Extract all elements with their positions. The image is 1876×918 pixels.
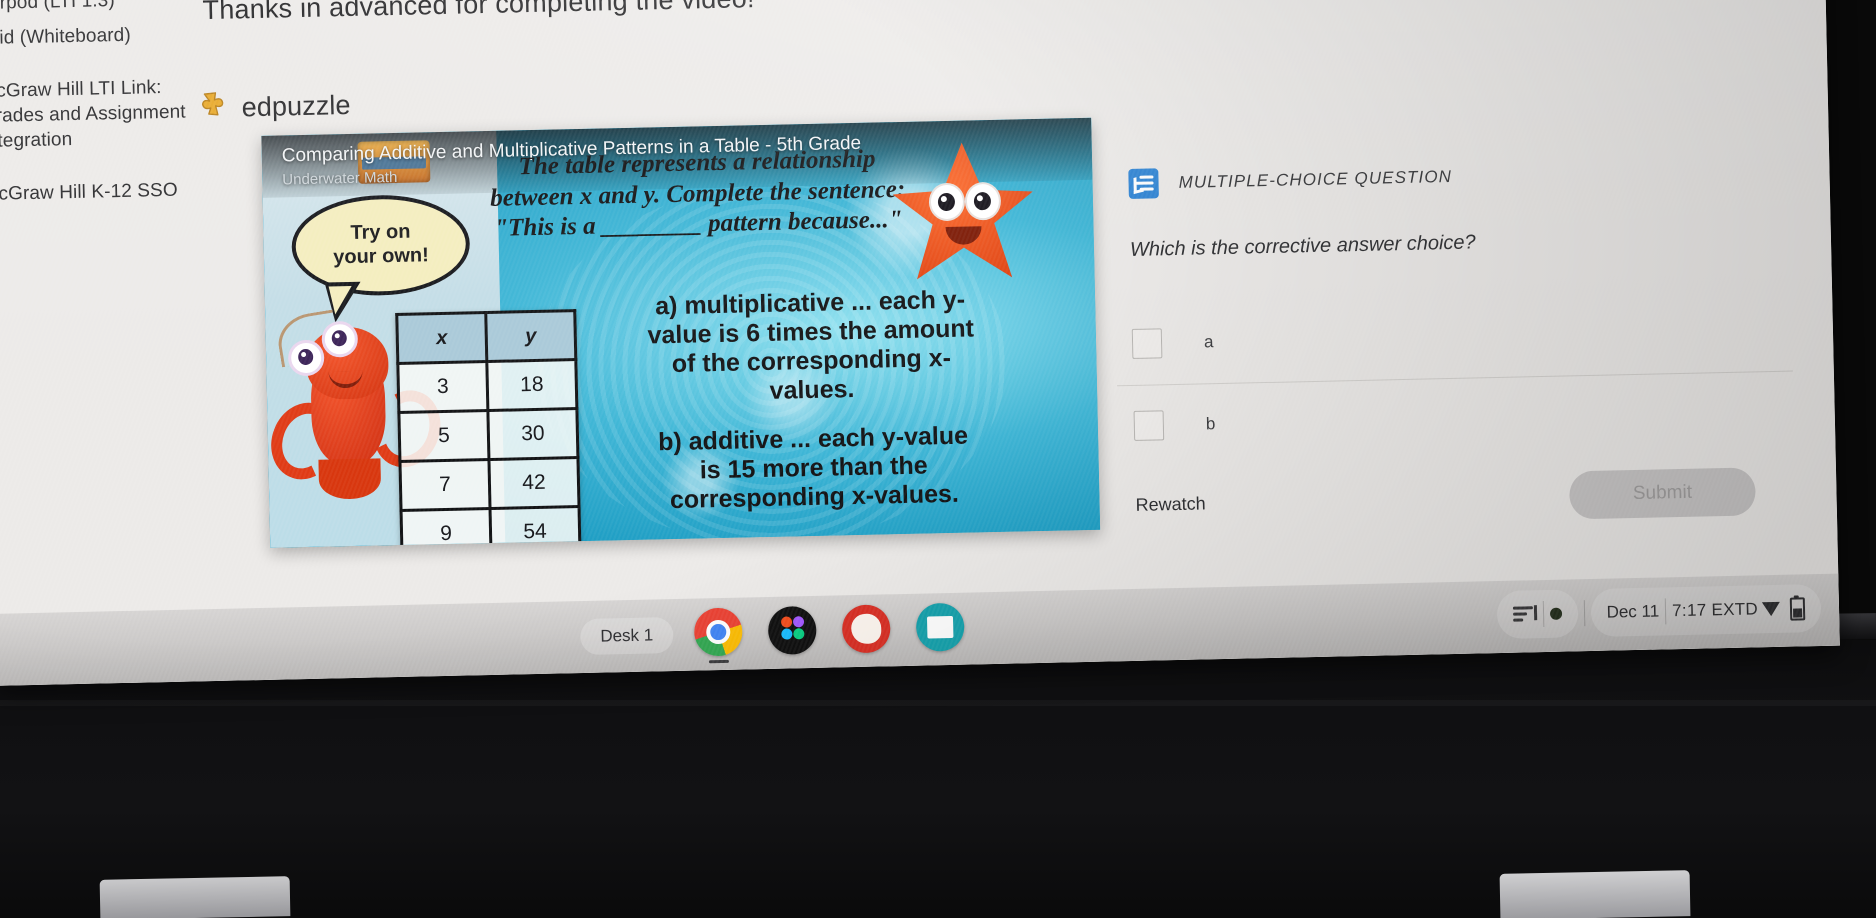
submit-button[interactable]: Submit xyxy=(1568,467,1756,520)
active-app-indicator xyxy=(708,659,729,664)
table-header-row: x y xyxy=(396,310,576,364)
palette-app-icon[interactable] xyxy=(841,604,891,654)
table-row: 3 18 xyxy=(397,359,577,413)
answer-label-a: a xyxy=(1203,332,1214,352)
speech-bubble-line1: Try on xyxy=(350,221,411,245)
palmrest-left xyxy=(99,876,291,918)
desk-switcher-button[interactable]: Desk 1 xyxy=(579,617,674,656)
answer-checkbox-b[interactable] xyxy=(1133,410,1165,441)
news-app-icon[interactable] xyxy=(915,602,965,652)
question-actions: Rewatch Submit xyxy=(1119,466,1800,529)
sidebar-item-lucid[interactable]: ucid (Whiteboard) xyxy=(0,16,190,56)
table-row: 5 30 xyxy=(398,408,578,462)
question-kicker-row: MULTIPLE-CHOICE QUESTION xyxy=(1128,162,1452,199)
video-choice-a: a) multiplicative ... each y-value is 6 … xyxy=(647,285,975,405)
question-panel: MULTIPLE-CHOICE QUESTION Which is the co… xyxy=(1103,106,1817,541)
sidebar-item-mcgraw-lti[interactable]: McGraw Hill LTI Link: Grades and Assignm… xyxy=(0,69,193,159)
tray-status-group[interactable]: Dec 11 7:17 EXTD xyxy=(1590,583,1822,638)
laptop-hinge xyxy=(0,700,1876,706)
battery-icon[interactable] xyxy=(1789,596,1806,621)
video-prompt: The table represents a relationship betw… xyxy=(437,143,959,246)
playlist-icon[interactable] xyxy=(1512,605,1536,624)
answer-option-b[interactable]: b xyxy=(1117,371,1795,468)
question-type-label: MULTIPLE-CHOICE QUESTION xyxy=(1178,166,1453,192)
checklist-icon xyxy=(1128,168,1159,199)
table-row: 9 54 xyxy=(401,506,581,548)
table-cell-x: 9 xyxy=(401,508,492,548)
xy-data-table: x y 3 18 5 30 7 42 9 54 xyxy=(395,309,581,548)
tray-time: 7:17 EXTD xyxy=(1671,599,1759,621)
table-cell-y: 54 xyxy=(490,506,581,548)
shelf-app-list xyxy=(693,602,965,657)
video-channel: Underwater Math xyxy=(282,168,398,189)
starfish-character-icon xyxy=(892,141,1035,284)
record-dot-icon[interactable] xyxy=(1549,607,1562,620)
answer-checkbox-a[interactable] xyxy=(1131,328,1163,359)
chrome-app-icon[interactable] xyxy=(693,607,743,657)
table-cell-y: 18 xyxy=(486,359,577,411)
table-cell-x: 5 xyxy=(398,410,489,462)
answer-label-b: b xyxy=(1205,414,1216,434)
table-cell-x: 7 xyxy=(399,459,491,511)
wifi-icon[interactable] xyxy=(1761,601,1781,617)
edpuzzle-brand-label: edpuzzle xyxy=(241,89,351,122)
edpuzzle-brand[interactable]: edpuzzle xyxy=(198,88,351,125)
system-tray[interactable]: Dec 11 7:17 EXTD xyxy=(1496,583,1822,640)
sidebar-item-mcgraw-sso[interactable]: McGraw Hill K-12 SSO xyxy=(0,172,194,212)
table-header-x: x xyxy=(396,312,487,364)
page-headline: Thanks in advanced for completing the vi… xyxy=(202,0,755,26)
table-cell-y: 42 xyxy=(488,457,579,509)
speech-bubble-line2: your own! xyxy=(332,244,429,269)
answer-option-a[interactable]: a xyxy=(1115,288,1793,387)
video-choice-b: b) additive ... each y-value is 15 more … xyxy=(657,421,969,515)
table-row: 7 42 xyxy=(399,457,579,511)
table-cell-y: 30 xyxy=(487,408,578,460)
question-text: Which is the corrective answer choice? xyxy=(1129,231,1476,261)
rewatch-button[interactable]: Rewatch xyxy=(1135,493,1205,516)
table-cell-x: 3 xyxy=(397,361,488,413)
sidebar: earpod (LTI 1.3) ucid (Whiteboard) McGra… xyxy=(0,0,194,212)
puzzle-piece-icon xyxy=(198,91,231,126)
laptop-screen: earpod (LTI 1.3) ucid (Whiteboard) McGra… xyxy=(0,0,1840,686)
tray-media-group[interactable] xyxy=(1496,589,1579,640)
photo-scene: earpod (LTI 1.3) ucid (Whiteboard) McGra… xyxy=(0,0,1876,918)
figma-app-icon[interactable] xyxy=(767,605,817,655)
browser-page: earpod (LTI 1.3) ucid (Whiteboard) McGra… xyxy=(0,0,1840,686)
palmrest-right xyxy=(1499,870,1691,918)
tray-date: Dec 11 xyxy=(1606,601,1660,622)
video-answer-choices: a) multiplicative ... each y-value is 6 … xyxy=(645,285,980,515)
table-header-y: y xyxy=(485,310,576,362)
video-player[interactable]: Comparing Additive and Multiplicative Pa… xyxy=(261,117,1101,548)
